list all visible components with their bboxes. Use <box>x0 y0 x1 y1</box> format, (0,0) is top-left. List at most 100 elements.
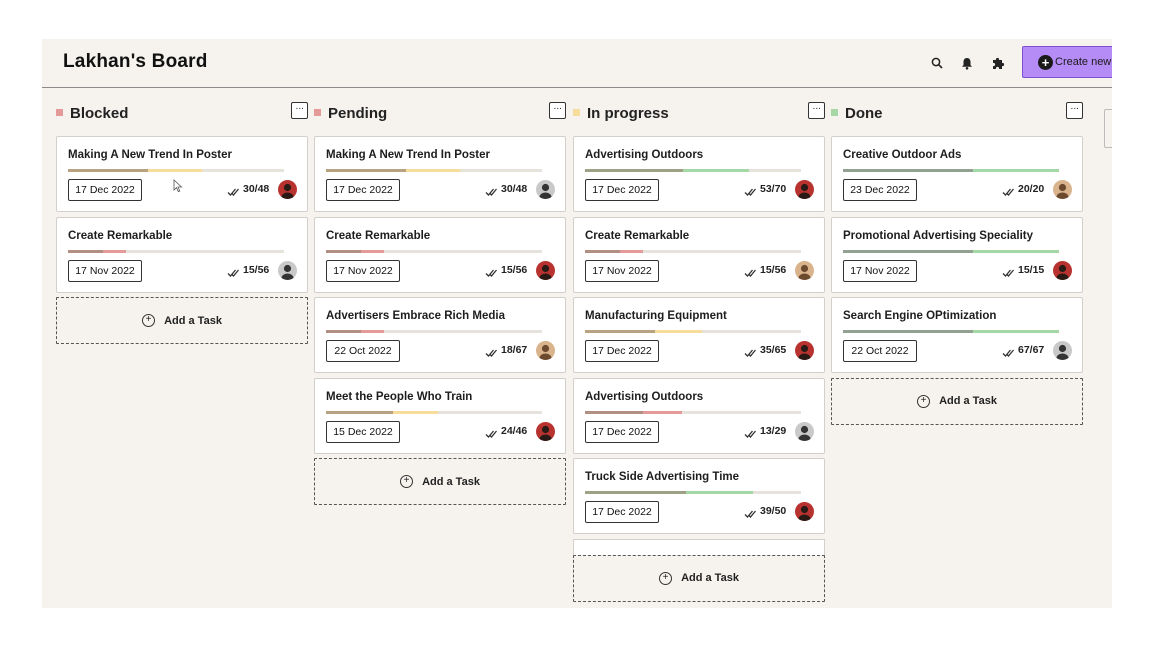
double-check-icon <box>744 184 758 196</box>
assignee-avatar[interactable] <box>795 502 814 521</box>
assignee-avatar[interactable] <box>1053 341 1072 360</box>
add-task-button[interactable]: + Add a Task <box>314 458 566 505</box>
task-subtask-count: 67/67 <box>1018 344 1045 356</box>
task-card[interactable]: Manufacturing Equipment 17 Dec 2022 35/65 <box>573 297 825 373</box>
task-due-date[interactable]: 17 Nov 2022 <box>585 259 659 282</box>
task-progress-bar <box>326 410 542 414</box>
task-title: Meet the People Who Train <box>326 390 473 403</box>
task-due-date[interactable]: 22 Oct 2022 <box>843 340 917 362</box>
assignee-avatar[interactable] <box>795 260 814 280</box>
task-card[interactable]: Meet the People Who Train 15 Dec 2022 24/4… <box>314 377 566 454</box>
task-subtask-count: 30/48 <box>243 183 270 195</box>
double-check-icon <box>744 345 758 357</box>
column-title: Done <box>845 105 883 122</box>
task-progress-bar <box>585 491 801 494</box>
assignee-avatar[interactable] <box>536 421 555 441</box>
task-title: Creative Outdoor Ads <box>843 149 962 161</box>
board-title: Lakhan's Board <box>63 51 208 72</box>
add-circle-icon: + <box>400 475 414 488</box>
task-subtask-count: 39/50 <box>760 505 787 517</box>
task-progress-bar <box>326 249 542 253</box>
task-subtask-count: 30/48 <box>501 183 528 195</box>
column-menu-button[interactable]: ··· <box>1066 102 1083 119</box>
assignee-avatar[interactable] <box>536 341 555 360</box>
task-due-date[interactable]: 17 Dec 2022 <box>585 340 659 362</box>
column-menu-button[interactable]: ··· <box>291 102 308 119</box>
double-check-icon <box>1002 184 1016 196</box>
task-card[interactable]: Advertisers Embrace Rich Media 22 Oct 202… <box>314 297 566 373</box>
task-title: Search Engine OPtimization <box>843 310 997 322</box>
bell-icon[interactable] <box>958 54 976 72</box>
double-check-icon <box>485 345 499 357</box>
task-due-date[interactable]: 23 Dec 2022 <box>843 179 917 201</box>
double-check-icon <box>227 265 241 277</box>
task-card[interactable]: Promotional Advertising Speciality 17 Nov… <box>831 216 1083 293</box>
task-card[interactable]: Making A New Trend In Poster 17 Dec 2022 3… <box>314 136 566 212</box>
assignee-avatar[interactable] <box>536 260 555 280</box>
add-task-button[interactable]: + Add a Task <box>831 377 1083 425</box>
task-card[interactable]: Truck Side Advertising Time 17 Dec 2022 39… <box>573 458 825 534</box>
assignee-avatar[interactable] <box>1053 180 1072 199</box>
double-check-icon <box>485 426 499 438</box>
assignee-avatar[interactable] <box>278 260 297 280</box>
task-card[interactable]: Advertising Outdoors 17 Dec 2022 53/70 <box>573 136 825 212</box>
task-title: Advertising Outdoors <box>585 390 704 403</box>
task-card[interactable]: Create Remarkable 17 Nov 2022 15/56 <box>314 216 566 293</box>
task-card[interactable]: Creative Outdoor Ads 23 Dec 2022 20/20 <box>831 136 1083 212</box>
task-due-date[interactable]: 17 Nov 2022 <box>843 259 917 282</box>
task-card[interactable]: Making A New Trend In Poster 17 Dec 2022 3… <box>56 136 308 212</box>
task-title: Promotional Advertising Speciality <box>843 229 1034 242</box>
plus-icon: + <box>1038 54 1053 70</box>
column-title: Pending <box>328 105 388 122</box>
task-due-date[interactable]: 17 Dec 2022 <box>585 501 659 523</box>
task-title: Making A New Trend In Poster <box>68 149 233 161</box>
assignee-avatar[interactable] <box>1053 260 1072 280</box>
task-progress-done-segment <box>326 330 361 333</box>
task-due-date[interactable]: 17 Dec 2022 <box>585 179 659 201</box>
task-due-date[interactable]: 17 Dec 2022 <box>326 179 400 201</box>
task-card[interactable]: Create Remarkable 17 Nov 2022 15/56 <box>56 216 308 293</box>
task-subtask-count: 18/67 <box>501 344 528 356</box>
task-due-date[interactable]: 17 Nov 2022 <box>68 259 142 282</box>
double-check-icon <box>1002 345 1016 357</box>
add-task-label: Add a Task <box>939 395 997 407</box>
column-1: Pending ··· Making A New Trend In Poster 17… <box>314 99 566 505</box>
puzzle-icon[interactable] <box>989 54 1007 72</box>
column-menu-button[interactable]: ··· <box>808 102 825 119</box>
task-subtask-count: 20/20 <box>1018 183 1045 195</box>
task-due-date[interactable]: 17 Nov 2022 <box>326 259 400 282</box>
assignee-avatar[interactable] <box>536 180 555 199</box>
task-title: Advertising Outdoors <box>585 149 704 161</box>
create-new-button[interactable]: + Create new <box>1022 46 1112 78</box>
task-progress-bar <box>326 330 542 333</box>
assignee-avatar[interactable] <box>795 180 814 199</box>
task-card[interactable]: Create Remarkable 17 Nov 2022 15/56 <box>573 216 825 293</box>
task-progress-bar <box>843 330 1059 333</box>
task-subtask-count: 53/70 <box>760 183 787 195</box>
task-progress-done-segment <box>585 169 684 172</box>
task-progress-done-segment <box>585 330 655 333</box>
assignee-avatar[interactable] <box>795 421 814 441</box>
assignee-avatar[interactable] <box>795 341 814 360</box>
task-due-date[interactable]: 22 Oct 2022 <box>326 340 400 362</box>
double-check-icon <box>744 426 758 438</box>
task-due-date[interactable]: 15 Dec 2022 <box>326 420 400 443</box>
task-due-date[interactable]: 17 Dec 2022 <box>68 179 142 201</box>
task-card[interactable]: Advertising Outdoors 17 Dec 2022 13/29 <box>573 377 825 454</box>
task-progress-bar <box>585 330 801 333</box>
task-progress-done-segment <box>843 249 973 253</box>
task-title: Create Remarkable <box>68 229 173 242</box>
task-progress-bar <box>68 249 284 253</box>
search-icon[interactable] <box>928 54 946 72</box>
task-subtask-count: 13/29 <box>760 424 787 437</box>
task-progress-done-segment <box>68 169 149 172</box>
column-status-dot <box>573 109 580 116</box>
add-task-button[interactable]: + Add a Task <box>573 554 825 602</box>
task-due-date[interactable]: 17 Dec 2022 <box>585 420 659 443</box>
add-task-button[interactable]: + Add a Task <box>56 297 308 344</box>
column-menu-button[interactable]: ··· <box>549 102 566 119</box>
task-card[interactable]: Search Engine OPtimization 22 Oct 2022 67/… <box>831 297 1083 373</box>
assignee-avatar[interactable] <box>278 180 297 199</box>
task-title: Create Remarkable <box>326 229 431 242</box>
board-app: Lakhan's Board + Create new Blocked ··· Ma… <box>42 39 1112 608</box>
